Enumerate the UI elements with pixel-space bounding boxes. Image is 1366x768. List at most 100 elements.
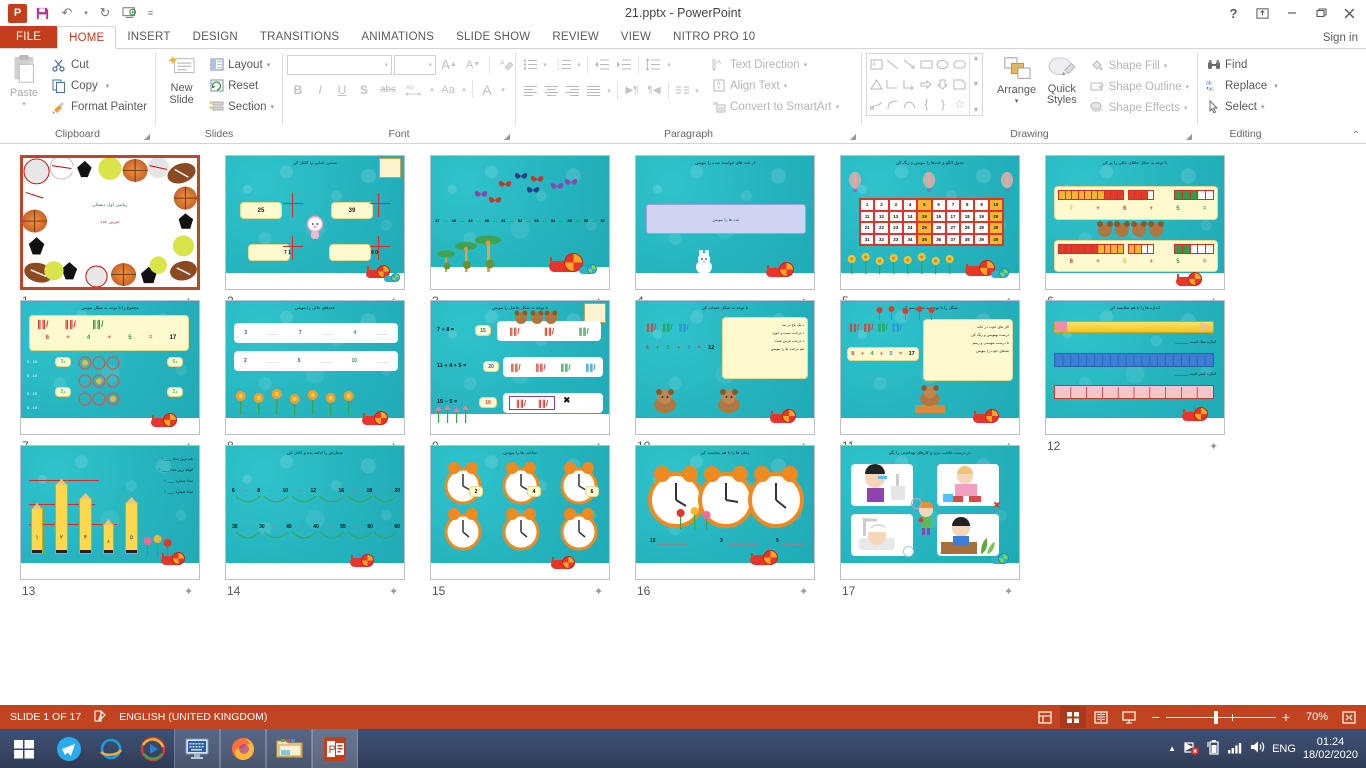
numbering-dropdown-icon[interactable]: ▾ — [574, 54, 584, 75]
section-button[interactable]: Section ▾ — [205, 96, 278, 117]
slide-2-canvas[interactable]: بسمی جدایی را کامل کن 25 39 7 1 4 0 — [225, 155, 405, 290]
shape-rounded-rectangle-icon[interactable] — [951, 55, 968, 75]
reading-view-button[interactable] — [1088, 706, 1114, 728]
shape-outline-button[interactable]: Shape Outline ▾ — [1086, 76, 1193, 97]
clock[interactable]: 01:24 18/02/2020 — [1303, 736, 1358, 762]
increase-font-size-button[interactable]: A▲ — [438, 54, 460, 75]
redo-icon[interactable]: ↻ — [94, 3, 116, 23]
shape-elbow-connector-icon[interactable] — [885, 75, 902, 95]
taskbar[interactable]: P ▲ — [0, 729, 1366, 768]
slideshow-view-button[interactable] — [1116, 706, 1142, 728]
bullets-icon[interactable] — [520, 54, 540, 75]
slide-grid[interactable]: ریاضی اول دبستان تمرین عدد 1 ✦ بسمی جدای… — [0, 145, 1366, 590]
slide-thumbnail-11[interactable]: شکل را با توجه به عدد رسم کن کار های خوب… — [840, 300, 1045, 435]
slide-5-canvas[interactable]: جدول الگو و عددها را بنویس و رنگ کن 12 3… — [840, 155, 1020, 290]
slide-sorter-view-button[interactable] — [1060, 706, 1086, 728]
character-spacing-button[interactable]: AV — [401, 79, 427, 100]
layout-button[interactable]: Layout ▾ — [205, 54, 278, 75]
quick-access-toolbar[interactable]: P ↶ ▾ ↻ ≡ — [0, 3, 157, 23]
replace-dropdown-icon[interactable]: ▾ — [1274, 82, 1278, 90]
underline-button[interactable]: U — [331, 79, 353, 100]
tab-insert[interactable]: INSERT — [116, 26, 181, 48]
line-spacing-dropdown-icon[interactable]: ▾ — [664, 54, 674, 75]
collapse-ribbon-button[interactable]: ⌃ — [1352, 130, 1360, 141]
shapes-more-icon[interactable]: ▼ — [973, 107, 980, 114]
shapes-gallery[interactable]: A { } ☆ — [866, 53, 983, 116]
window-controls[interactable]: ? — [1219, 0, 1366, 26]
slide-thumbnail-1[interactable]: ریاضی اول دبستان تمرین عدد 1 ✦ — [20, 155, 225, 290]
slide-thumbnail-14[interactable]: شمارش را ادامه بده و کامل کن 6— 8— 10— 1… — [225, 445, 430, 580]
paragraph-dialog-launcher[interactable]: ◢ — [848, 132, 858, 142]
start-button[interactable] — [0, 729, 48, 768]
slide-14-canvas[interactable]: شمارش را ادامه بده و کامل کن 6— 8— 10— 1… — [225, 445, 405, 580]
ltr-text-direction-icon[interactable]: ▶¶ — [621, 80, 643, 101]
file-explorer-taskbar-icon[interactable] — [266, 729, 312, 768]
slide-8-canvas[interactable]: عددهای خالی را بنویس 3____ 7____ 4____ 2… — [225, 300, 405, 435]
font-color-dropdown-icon[interactable]: ▾ — [498, 79, 508, 100]
shapes-gallery-scrollbar[interactable]: ▲ ▼ ▼ — [969, 54, 982, 115]
text-direction-dropdown-icon[interactable]: ▾ — [804, 61, 808, 69]
shape-folded-corner-icon[interactable] — [951, 75, 968, 95]
shape-arc-icon[interactable] — [885, 94, 902, 114]
copy-button[interactable]: Copy ▾ — [48, 75, 151, 96]
shapes-scroll-down-icon[interactable]: ▼ — [973, 81, 980, 88]
slide-13-animation-star-icon[interactable]: ✦ — [184, 585, 193, 598]
align-text-button[interactable]: A Align Text ▾ — [707, 75, 857, 96]
shape-scribble-icon[interactable] — [868, 94, 885, 114]
slide-sorter-pane[interactable]: ریاضی اول دبستان تمرین عدد 1 ✦ بسمی جدای… — [0, 145, 1366, 705]
volume-icon[interactable] — [1250, 740, 1265, 757]
slide-3-canvas[interactable]: 47— 48— 49— 50— 51— 52— 53— 54— 55— 56— … — [430, 155, 610, 290]
slide-thumbnail-3[interactable]: 47— 48— 49— 50— 51— 52— 53— 54— 55— 56— … — [430, 155, 635, 290]
select-dropdown-icon[interactable]: ▾ — [1261, 103, 1265, 111]
copy-dropdown-icon[interactable]: ▾ — [106, 82, 110, 90]
slide-thumbnail-4[interactable]: از عدد های خواسته شده را بنویس عدد ها را… — [635, 155, 840, 290]
shape-textbox-icon[interactable]: A — [868, 55, 885, 75]
restore-button[interactable] — [1306, 1, 1335, 25]
slide-counter[interactable]: SLIDE 1 OF 17 — [10, 711, 81, 723]
cut-button[interactable]: Cut — [48, 54, 151, 75]
justify-dropdown-icon[interactable]: ▾ — [604, 80, 614, 101]
network-error-icon[interactable] — [1183, 740, 1200, 758]
text-direction-button[interactable]: A Text Direction ▾ — [707, 54, 857, 75]
slide-16-animation-star-icon[interactable]: ✦ — [799, 585, 808, 598]
undo-dropdown-icon[interactable]: ▾ — [81, 3, 91, 23]
increase-indent-icon[interactable] — [613, 54, 635, 75]
change-case-button[interactable]: Aa — [437, 79, 459, 100]
slide-thumbnail-2[interactable]: بسمی جدایی را کامل کن 25 39 7 1 4 0 — [225, 155, 430, 290]
undo-icon[interactable]: ↶ — [56, 3, 78, 23]
change-case-dropdown-icon[interactable]: ▾ — [459, 79, 469, 100]
tab-transitions[interactable]: TRANSITIONS — [249, 26, 351, 48]
smartart-dropdown-icon[interactable]: ▾ — [836, 103, 840, 111]
justify-icon[interactable] — [583, 80, 604, 101]
ribbon-tab-bar[interactable]: FILE HOME INSERT DESIGN TRANSITIONS ANIM… — [0, 26, 1366, 49]
minimize-button[interactable] — [1277, 1, 1306, 25]
normal-view-button[interactable] — [1032, 706, 1058, 728]
bold-button[interactable]: B — [287, 79, 309, 100]
align-center-icon[interactable] — [541, 80, 562, 101]
close-button[interactable] — [1335, 1, 1364, 25]
font-size-dropdown-icon[interactable]: ▾ — [428, 61, 432, 69]
slide-thumbnail-17[interactable]: در درست علامت بزن و کارهای بهداشتی را بگ… — [840, 445, 1045, 580]
tab-animations[interactable]: ANIMATIONS — [350, 26, 445, 48]
shape-left-brace-icon[interactable]: { — [918, 94, 935, 114]
telegram-taskbar-icon[interactable] — [48, 729, 90, 768]
font-name-dropdown-icon[interactable]: ▾ — [384, 61, 388, 69]
align-right-icon[interactable] — [562, 80, 583, 101]
firefox-taskbar-icon[interactable] — [220, 729, 266, 768]
powerpoint-taskbar-icon[interactable]: P — [312, 729, 358, 768]
new-slide-button[interactable]: New Slide — [160, 52, 203, 106]
columns-icon[interactable] — [672, 80, 692, 101]
zoom-slider[interactable]: − + — [1144, 709, 1298, 725]
slide-13-canvas[interactable]: بلند ترین مداد ____ 3 کوتاه ترین مداد __… — [20, 445, 200, 580]
paste-dropdown-icon[interactable]: ▾ — [22, 100, 26, 108]
customize-quick-access-toolbar-icon[interactable]: ≡ — [144, 3, 157, 23]
slide-thumbnail-16[interactable]: زمان ها را با هم مقایسه کن — [635, 445, 840, 580]
slide-thumbnail-9[interactable]: با توجه به شکل حاصل را بنویس 7 + 8 = 15 … — [430, 300, 635, 435]
shapes-grid[interactable]: A { } ☆ — [867, 54, 969, 115]
remote-desktop-taskbar-icon[interactable] — [174, 729, 220, 768]
arrange-button[interactable]: Arrange ▾ — [993, 53, 1040, 105]
layout-dropdown-icon[interactable]: ▾ — [267, 61, 271, 69]
signal-icon[interactable] — [1227, 740, 1243, 757]
slide-thumbnail-6[interactable]: با توجه به شکل جاهای خالی را پر کن 7 + 6… — [1045, 155, 1250, 290]
shape-oval-icon[interactable] — [935, 55, 952, 75]
